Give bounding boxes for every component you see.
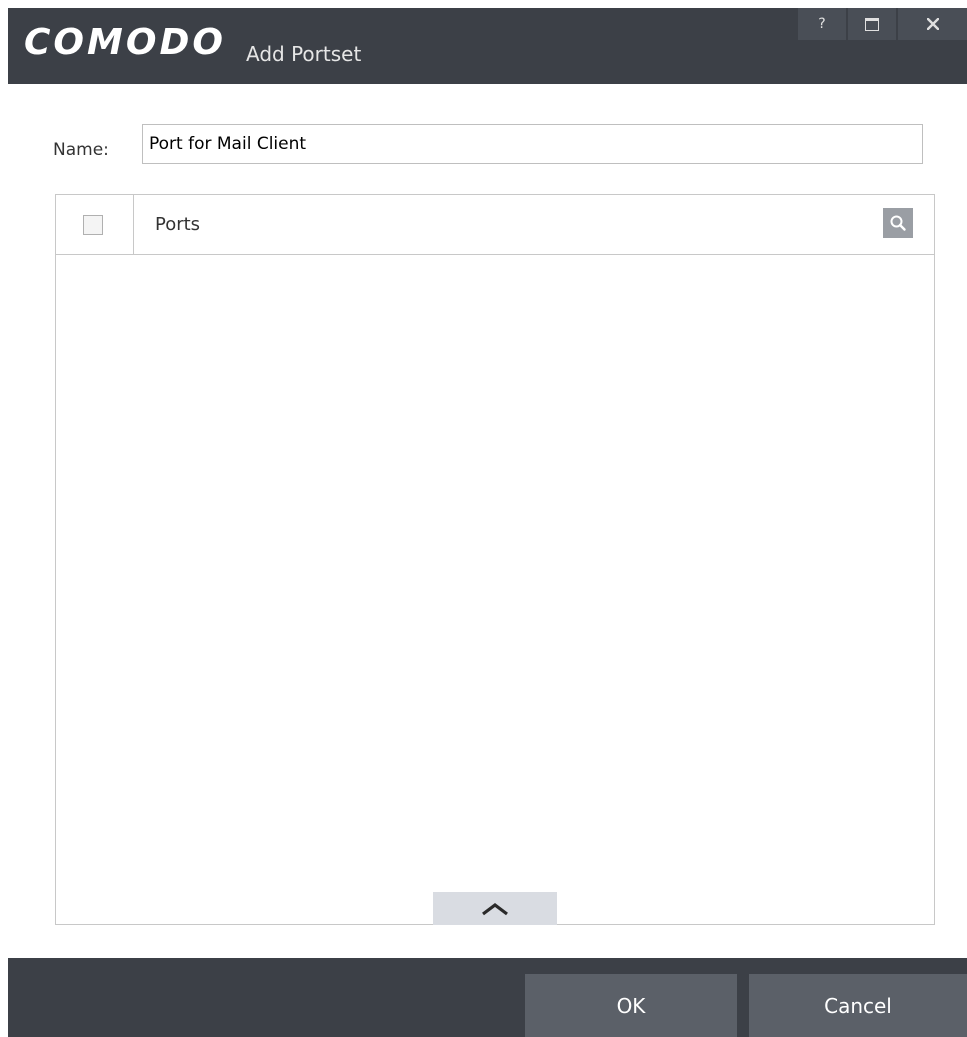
help-button[interactable]: ?: [798, 8, 846, 40]
name-input[interactable]: [142, 124, 923, 164]
search-button[interactable]: [883, 208, 913, 238]
cancel-button[interactable]: Cancel: [749, 974, 967, 1037]
ports-column-header[interactable]: Ports: [155, 214, 200, 235]
comodo-logo: COMODO: [24, 22, 226, 63]
dialog-footer: OK Cancel: [8, 958, 967, 1037]
ok-button[interactable]: OK: [525, 974, 737, 1037]
dialog-content: Name: Ports: [8, 84, 967, 958]
add-portset-dialog: COMODO Add Portset ? Name: Ports: [8, 8, 967, 1037]
select-all-checkbox[interactable]: [83, 215, 103, 235]
maximize-icon: [865, 17, 879, 31]
table-header: Ports: [56, 195, 934, 255]
chevron-up-icon: [482, 902, 508, 915]
search-icon: [890, 215, 906, 231]
help-icon: ?: [818, 16, 826, 32]
dialog-title: Add Portset: [246, 42, 362, 66]
maximize-button[interactable]: [848, 8, 896, 40]
name-label: Name:: [53, 140, 109, 160]
close-icon: [926, 18, 939, 30]
collapse-toggle-button[interactable]: [433, 892, 557, 925]
title-bar: COMODO Add Portset ?: [8, 8, 967, 84]
close-button[interactable]: [898, 8, 967, 40]
ports-table: Ports: [55, 194, 935, 925]
select-all-cell: [56, 195, 134, 254]
